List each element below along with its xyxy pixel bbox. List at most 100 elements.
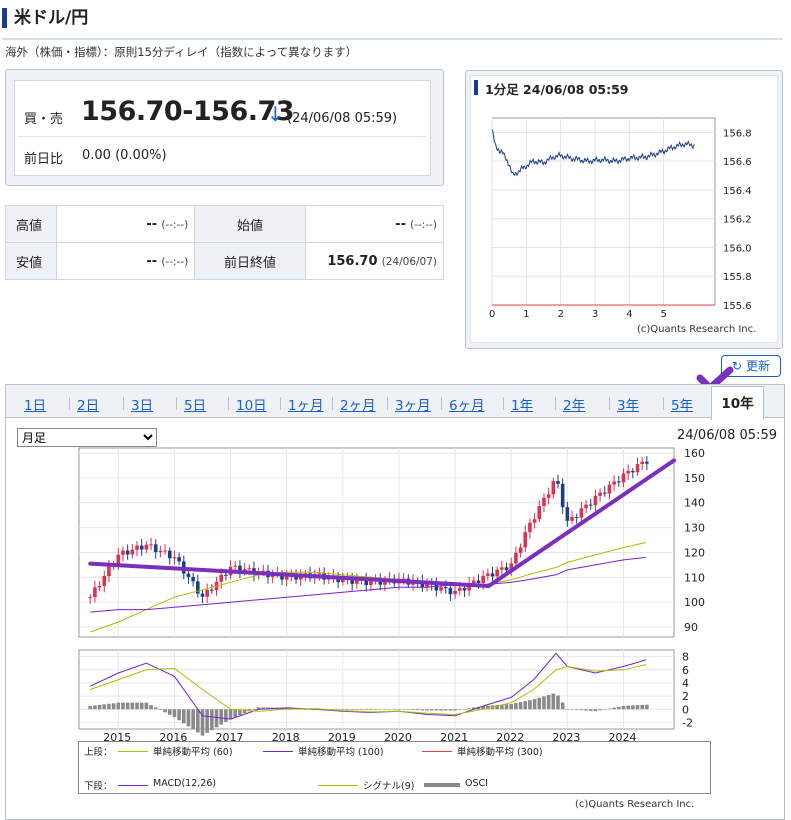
osci-bar [565,709,570,710]
legend-sma300-swatch [422,751,452,752]
intraday-x-tick: 0 [489,309,495,320]
down-arrow-icon: ↓ [267,102,284,126]
osci-bar [177,709,181,721]
quote-box [14,80,431,176]
candle-body [542,497,546,507]
change-value: 0.00 (0.00%) [82,148,167,163]
osci-bar [425,709,429,711]
tab-6[interactable]: 2ヶ月 [340,394,376,414]
osci-bar [448,709,453,711]
price-y-tick: 110 [684,571,705,584]
candle-body [612,481,616,485]
table-row: 高値 -- (--:--) 始値 -- (--:--) [4,205,445,243]
candle-body [631,470,635,473]
osci-bar [509,703,514,710]
osci-bar [588,709,593,711]
osci-bar [504,704,509,710]
candle-body [163,550,167,552]
osci-bar [635,705,640,710]
candle-body [457,587,462,591]
candle-body [532,519,537,523]
tab-5[interactable]: 1ヶ月 [288,394,324,414]
tab-12[interactable]: 5年 [671,394,693,414]
tab-1[interactable]: 2日 [77,394,99,414]
osci-bar [111,703,116,710]
osci-bar [186,709,191,727]
osci-bar [411,709,415,710]
legend-osci: OSCI [465,778,488,789]
open-label: 始値 [194,205,306,243]
candle-body [443,587,448,589]
osci-bar [125,702,130,710]
candle-body [224,574,228,576]
candle-body [167,550,172,559]
osci-bar [153,707,158,710]
tab-9[interactable]: 1年 [511,394,533,414]
tab-3[interactable]: 5日 [184,394,206,414]
legend-upper-label: 上段： [84,747,113,758]
osci-bar [252,709,256,710]
osci-bar [158,709,163,710]
osci-bar [406,709,411,710]
tab-10y[interactable]: 10年 [711,386,764,420]
candle-body [149,544,153,546]
osci-bar [378,709,383,710]
tab-7[interactable]: 3ヶ月 [395,394,431,414]
tab-separator [663,397,664,410]
delay-notice: 海外（株価・指標）：原則15分ディレイ（指数によって異なります） [5,45,358,59]
osci-bar [97,704,102,710]
tab-0[interactable]: 1日 [24,394,46,414]
osci-bar [593,709,598,712]
candle-body [205,589,209,597]
candle-body [626,470,630,474]
legend-signal: シグナル(9) [363,781,415,792]
candle-body [448,587,453,595]
tab-separator [332,397,333,410]
osci-bar [364,709,369,710]
open-value: -- [395,216,406,232]
candle-body [584,504,588,509]
osci-bar [579,709,584,711]
osci-bar [383,709,387,710]
main-chart: 1601501401301201101009086420-22015 2016 20… [78,447,705,744]
legend-sma300: 単純移動平均 (300) [457,747,543,758]
quote-price: 156.70-156.73 [81,96,295,127]
candle-body [247,568,252,570]
candle-body [471,580,476,584]
osci-bar [359,709,364,710]
tab-4[interactable]: 10日 [236,394,267,414]
candle-body [528,522,532,533]
price-y-tick: 90 [684,621,698,634]
tab-11[interactable]: 3年 [617,394,639,414]
tab-8[interactable]: 6ヶ月 [449,394,485,414]
candle-body [523,532,528,548]
intraday-y-tick: 156.4 [723,186,752,197]
prev-close-value: 156.70 [327,253,378,269]
macd-y-tick: 2 [682,690,689,703]
osci-bar [537,697,542,710]
macd-y-tick: -2 [682,716,693,729]
price-y-tick: 100 [684,596,705,609]
legend-sma100: 単純移動平均 (100) [298,747,384,758]
candle-body [144,544,149,550]
candle-body [495,569,499,577]
tab-2[interactable]: 3日 [131,394,153,414]
price-y-tick: 140 [684,497,705,510]
candle-body [219,574,224,582]
tab-10[interactable]: 2年 [563,394,585,414]
osci-bar [532,699,537,710]
tab-separator [555,397,556,410]
intraday-copyright: (c)Quants Research Inc. [637,324,756,335]
osci-bar [102,704,107,710]
tab-separator [503,397,504,410]
osci-bar [205,709,209,733]
bid-ask-label: 買・売 [24,112,64,127]
macd-y-tick: 8 [682,651,689,664]
candle-body [621,473,626,483]
candle-body [93,587,97,598]
osci-bar [93,705,97,710]
candle-body [537,506,542,520]
legend-sma60-swatch [118,751,148,752]
intraday-y-tick: 155.6 [723,301,752,312]
osci-bar [139,702,144,710]
